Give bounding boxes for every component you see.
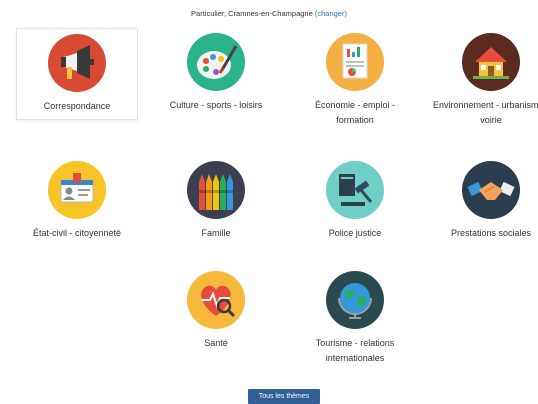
- theme-label: Économie - emploi - formation: [314, 100, 396, 125]
- theme-environnement[interactable]: Environnement - urbanisme - voirie: [430, 32, 538, 128]
- palette-icon: [187, 33, 245, 91]
- theme-economie[interactable]: Économie - emploi - formation: [294, 32, 416, 128]
- house-icon: [462, 33, 520, 91]
- chart-document-icon: [326, 33, 384, 91]
- heart-stethoscope-icon: [187, 271, 245, 329]
- theme-culture[interactable]: Culture - sports - loisirs: [155, 32, 277, 113]
- theme-etat-civil[interactable]: État-civil - citoyenneté: [16, 160, 138, 241]
- theme-label: Prestations sociales: [450, 228, 532, 238]
- theme-label: Correspondance: [43, 101, 111, 111]
- context-text: Particulier, Cramnes-en-Champagne: [191, 9, 313, 18]
- context-bar: Particulier, Cramnes-en-Champagne (chang…: [0, 9, 538, 18]
- theme-label: Famille: [201, 228, 231, 238]
- theme-famille[interactable]: Famille: [155, 160, 277, 241]
- theme-label: Environnement - urbanisme - voirie: [432, 100, 538, 125]
- theme-label: Tourisme - relations internationales: [315, 338, 395, 363]
- theme-label: Santé: [204, 338, 228, 348]
- theme-sante[interactable]: Santé: [155, 270, 277, 351]
- id-card-icon: [48, 161, 106, 219]
- theme-tourisme[interactable]: Tourisme - relations internationales: [294, 270, 416, 366]
- theme-prestations-sociales[interactable]: Prestations sociales: [430, 160, 538, 241]
- theme-label: État-civil - citoyenneté: [32, 228, 122, 238]
- megaphone-icon: [48, 34, 106, 92]
- change-link[interactable]: (changer): [315, 9, 347, 18]
- gavel-icon: [326, 161, 384, 219]
- all-themes-button[interactable]: Tous les thèmes: [248, 389, 320, 404]
- theme-police-justice[interactable]: Police justice: [294, 160, 416, 241]
- theme-correspondance[interactable]: Correspondance: [16, 28, 138, 120]
- globe-icon: [326, 271, 384, 329]
- crayons-icon: [187, 161, 245, 219]
- theme-label: Police justice: [328, 228, 382, 238]
- handshake-icon: [462, 161, 520, 219]
- theme-label: Culture - sports - loisirs: [169, 100, 263, 110]
